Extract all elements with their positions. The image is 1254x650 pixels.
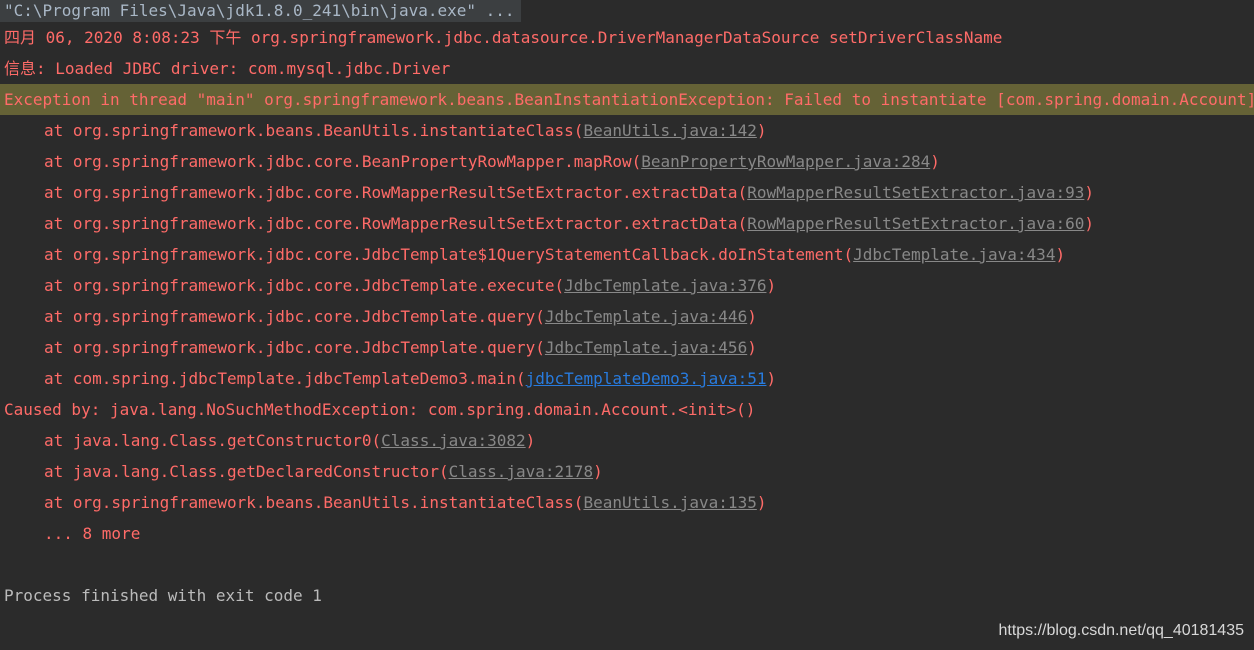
frame-method: at java.lang.Class.getConstructor0( xyxy=(44,431,382,450)
stack-frame: at org.springframework.jdbc.core.BeanPro… xyxy=(0,146,1254,177)
frame-method: at org.springframework.jdbc.core.BeanPro… xyxy=(44,152,642,171)
command-line[interactable]: "C:\Program Files\Java\jdk1.8.0_241\bin\… xyxy=(0,0,521,22)
source-link[interactable]: RowMapperResultSetExtractor.java:60 xyxy=(747,214,1084,233)
stack-frame: at org.springframework.jdbc.core.JdbcTem… xyxy=(0,270,1254,301)
frame-close: ) xyxy=(766,276,777,295)
stack-frame: at com.spring.jdbcTemplate.jdbcTemplateD… xyxy=(0,363,1254,394)
exception-line: Exception in thread "main" org.springfra… xyxy=(0,84,1254,115)
stack-frame: at org.springframework.jdbc.core.JdbcTem… xyxy=(0,239,1254,270)
frame-close: ) xyxy=(1055,245,1066,264)
caused-by-line: Caused by: java.lang.NoSuchMethodExcepti… xyxy=(4,400,756,419)
frame-method: at org.springframework.jdbc.core.JdbcTem… xyxy=(44,338,545,357)
source-link[interactable]: JdbcTemplate.java:434 xyxy=(853,245,1055,264)
frame-close: ) xyxy=(766,369,777,388)
frame-method: at org.springframework.jdbc.core.JdbcTem… xyxy=(44,276,565,295)
source-link[interactable]: JdbcTemplate.java:456 xyxy=(545,338,747,357)
source-link[interactable]: BeanUtils.java:135 xyxy=(583,493,756,512)
source-link[interactable]: BeanPropertyRowMapper.java:284 xyxy=(641,152,930,171)
more-frames-line: ... 8 more xyxy=(44,524,141,543)
source-link-user-code[interactable]: jdbcTemplateDemo3.java:51 xyxy=(526,369,767,388)
stack-frame: at java.lang.Class.getDeclaredConstructo… xyxy=(0,456,1254,487)
frame-close: ) xyxy=(1084,183,1094,202)
log-line-info: 信息: Loaded JDBC driver: com.mysql.jdbc.D… xyxy=(4,59,451,78)
frame-method: at org.springframework.jdbc.core.JdbcTem… xyxy=(44,245,854,264)
stack-frame: at java.lang.Class.getConstructor0(Class… xyxy=(0,425,1254,456)
frame-method: at org.springframework.jdbc.core.JdbcTem… xyxy=(44,307,545,326)
frame-method: at com.spring.jdbcTemplate.jdbcTemplateD… xyxy=(44,369,526,388)
source-link[interactable]: JdbcTemplate.java:376 xyxy=(564,276,766,295)
frame-close: ) xyxy=(747,338,757,357)
frame-method: at org.springframework.beans.BeanUtils.i… xyxy=(44,493,584,512)
source-link[interactable]: RowMapperResultSetExtractor.java:93 xyxy=(747,183,1084,202)
frame-method: at org.springframework.beans.BeanUtils.i… xyxy=(44,121,584,140)
source-link[interactable]: Class.java:2178 xyxy=(449,462,594,481)
stack-frame: at org.springframework.beans.BeanUtils.i… xyxy=(0,487,1254,518)
frame-method: at java.lang.Class.getDeclaredConstructo… xyxy=(44,462,449,481)
run-console[interactable]: "C:\Program Files\Java\jdk1.8.0_241\bin\… xyxy=(0,0,1254,650)
watermark-text: https://blog.csdn.net/qq_40181435 xyxy=(998,622,1244,639)
frame-method: at org.springframework.jdbc.core.RowMapp… xyxy=(44,183,748,202)
frame-close: ) xyxy=(593,462,603,481)
frame-close: ) xyxy=(525,431,536,450)
frame-close: ) xyxy=(756,121,767,140)
source-link[interactable]: BeanUtils.java:142 xyxy=(583,121,756,140)
source-link[interactable]: JdbcTemplate.java:446 xyxy=(545,307,747,326)
exit-message: Process finished with exit code 1 xyxy=(4,586,322,605)
stack-frame: at org.springframework.jdbc.core.JdbcTem… xyxy=(0,332,1254,363)
frame-close: ) xyxy=(756,493,767,512)
stack-frame: at org.springframework.beans.BeanUtils.i… xyxy=(0,115,1254,146)
source-link[interactable]: Class.java:3082 xyxy=(381,431,526,450)
log-line-date: 四月 06, 2020 8:08:23 下午 org.springframewo… xyxy=(4,28,1003,47)
frame-close: ) xyxy=(1084,214,1094,233)
stack-frame: at org.springframework.jdbc.core.RowMapp… xyxy=(0,208,1254,239)
stack-frame: at org.springframework.jdbc.core.JdbcTem… xyxy=(0,301,1254,332)
frame-method: at org.springframework.jdbc.core.RowMapp… xyxy=(44,214,748,233)
frame-close: ) xyxy=(930,152,940,171)
stack-frame: at org.springframework.jdbc.core.RowMapp… xyxy=(0,177,1254,208)
frame-close: ) xyxy=(747,307,757,326)
